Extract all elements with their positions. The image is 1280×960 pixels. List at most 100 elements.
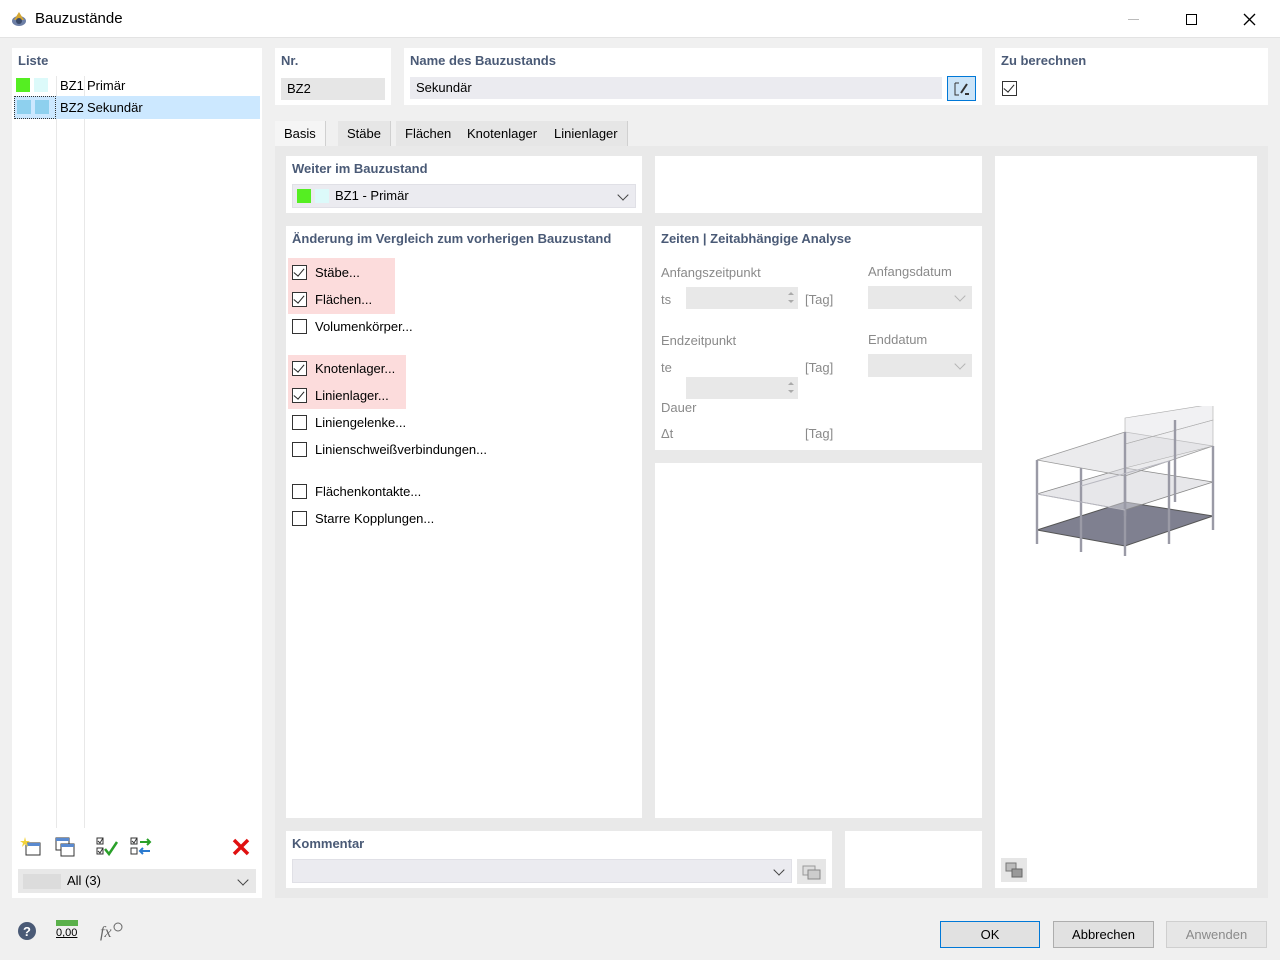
color-swatch	[17, 100, 31, 114]
start-date-label: Anfangsdatum	[868, 264, 952, 279]
color-swatch	[16, 78, 30, 92]
list-item-code: BZ2	[60, 100, 84, 115]
checkbox[interactable]	[292, 319, 307, 334]
tab-flaechen[interactable]: Flächen	[396, 121, 462, 146]
preview-panel	[995, 156, 1257, 888]
checkbox[interactable]	[292, 442, 307, 457]
weiter-value: BZ1 - Primär	[335, 188, 409, 203]
checkbox-label: Starre Kopplungen...	[315, 511, 435, 526]
check-all-icon	[96, 837, 119, 857]
edit-name-button[interactable]	[947, 76, 976, 101]
spin-up-icon	[788, 292, 794, 295]
checkbox[interactable]	[292, 361, 307, 376]
list-item[interactable]: BZ1 Primär	[14, 75, 260, 97]
checkbox-row[interactable]: Stäbe...	[286, 259, 636, 286]
end-label: Endzeitpunkt	[661, 333, 737, 348]
duration-symbol: Δt	[661, 426, 674, 441]
maximize-button[interactable]	[1162, 0, 1220, 38]
tab-basis[interactable]: Basis	[275, 121, 326, 147]
checkbox-row[interactable]: Linienlager...	[286, 382, 636, 409]
filter-value: All (3)	[67, 873, 101, 888]
times-group: Zeiten | Zeitabhängige Analyse Anfangsze…	[655, 226, 982, 487]
filter-swatch	[23, 874, 61, 889]
checkbox-label: Flächenkontakte...	[315, 484, 422, 499]
checkbox-row[interactable]: Volumenkörper...	[286, 313, 636, 340]
ok-button[interactable]: OK	[940, 921, 1040, 948]
library-icon	[802, 865, 820, 879]
list-item-selected[interactable]: BZ2 Sekundär	[14, 96, 260, 119]
end-spinner[interactable]	[686, 377, 798, 399]
new-item-icon	[20, 837, 41, 856]
nr-group: Nr. BZ2	[275, 48, 391, 105]
checkbox[interactable]	[292, 415, 307, 430]
checkbox-label: Linienlager...	[315, 388, 389, 403]
checkbox[interactable]	[292, 388, 307, 403]
formula-button[interactable]: fx	[96, 918, 126, 944]
view-options-button[interactable]	[1001, 858, 1027, 882]
delete-button[interactable]	[226, 834, 256, 860]
checkbox-label: Stäbe...	[315, 265, 360, 280]
color-swatch	[34, 78, 48, 92]
filter-dropdown[interactable]: All (3)	[18, 869, 256, 893]
start-date-dropdown[interactable]	[868, 286, 972, 309]
checkbox[interactable]	[292, 292, 307, 307]
calc-checkbox[interactable]	[1002, 81, 1017, 96]
nr-field[interactable]: BZ2	[281, 78, 385, 100]
copy-item-button[interactable]	[50, 834, 80, 860]
title-bar: Bauzustände	[0, 0, 1280, 38]
copy-icon	[55, 837, 75, 857]
checkbox-row[interactable]: Knotenlager...	[286, 355, 636, 382]
start-symbol: ts	[661, 292, 672, 307]
apply-button[interactable]: Anwenden	[1166, 921, 1267, 948]
checkbox-label: Linienschweißverbindungen...	[315, 442, 487, 457]
svg-text:?: ?	[23, 924, 31, 939]
close-icon	[1243, 13, 1255, 25]
checkbox-label: Flächen...	[315, 292, 373, 307]
tab-staebe[interactable]: Stäbe	[338, 121, 391, 146]
checkbox-row[interactable]: Linienschweißverbindungen...	[286, 436, 636, 463]
checkbox[interactable]	[292, 484, 307, 499]
checkbox-label: Liniengelenke...	[315, 415, 407, 430]
end-date-dropdown[interactable]	[868, 354, 972, 377]
checkbox[interactable]	[292, 511, 307, 526]
close-button[interactable]	[1220, 0, 1278, 38]
maximize-icon	[1185, 13, 1197, 25]
app-icon	[9, 9, 29, 29]
chevron-down-icon	[773, 864, 785, 876]
start-label: Anfangszeitpunkt	[661, 265, 761, 280]
structure-preview	[1035, 406, 1215, 556]
minimize-icon	[1127, 18, 1139, 20]
units-icon-label: 0,00	[56, 927, 78, 939]
tab-linienlager[interactable]: Linienlager	[545, 121, 628, 146]
checkbox-row[interactable]: Flächen...	[286, 286, 636, 313]
cancel-button[interactable]: Abbrechen	[1053, 921, 1154, 948]
minimize-button[interactable]	[1104, 0, 1162, 38]
color-swatch	[35, 100, 49, 114]
chevron-down-icon	[954, 290, 966, 302]
comment-dropdown[interactable]	[292, 859, 792, 883]
name-field[interactable]: Sekundär	[410, 77, 942, 99]
weiter-dropdown[interactable]: BZ1 - Primär	[292, 184, 636, 208]
changes-heading: Änderung im Vergleich zum vorherigen Bau…	[292, 231, 612, 246]
checkbox-row[interactable]: Flächenkontakte...	[286, 478, 636, 505]
chevron-down-icon	[617, 189, 629, 201]
color-swatch	[297, 189, 311, 203]
checkbox-row[interactable]: Liniengelenke...	[286, 409, 636, 436]
delete-icon	[232, 838, 250, 856]
new-item-button[interactable]	[16, 834, 46, 860]
checkbox-row[interactable]: Starre Kopplungen...	[286, 505, 636, 532]
toggle-check-button[interactable]	[126, 834, 156, 860]
tab-knotenlager[interactable]: Knotenlager	[458, 121, 548, 146]
comment-heading: Kommentar	[292, 836, 365, 851]
help-button[interactable]: ?	[12, 918, 42, 944]
comment-library-button[interactable]	[797, 859, 826, 884]
check-all-button[interactable]	[92, 834, 122, 860]
changes-group: Änderung im Vergleich zum vorherigen Bau…	[286, 226, 642, 818]
list-item-code: BZ1	[60, 78, 84, 93]
start-spinner[interactable]	[686, 287, 798, 309]
chevron-down-icon	[954, 358, 966, 370]
weiter-heading: Weiter im Bauzustand	[292, 161, 428, 176]
empty-panel	[845, 831, 982, 888]
units-button[interactable]: 0,00	[54, 918, 82, 944]
checkbox[interactable]	[292, 265, 307, 280]
